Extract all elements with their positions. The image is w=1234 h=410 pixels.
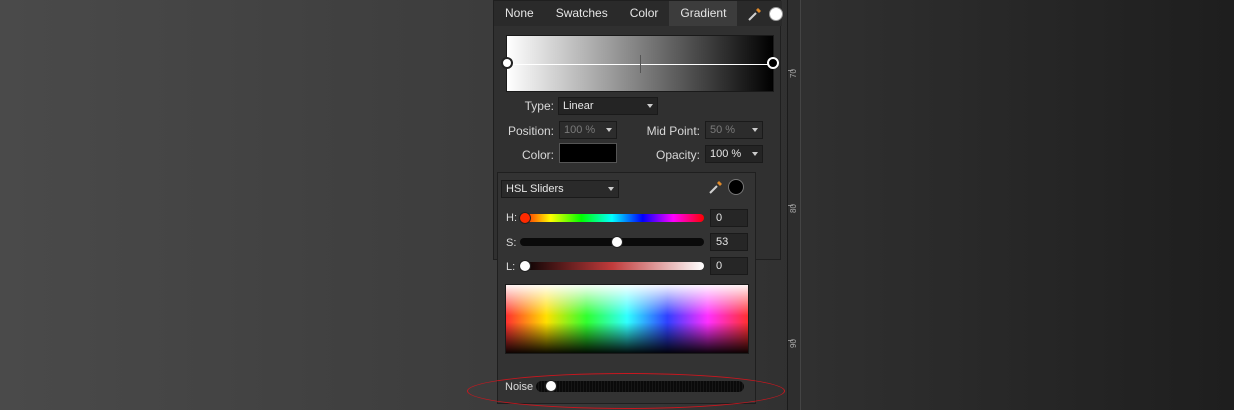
tab-gradient[interactable]: Gradient: [669, 1, 738, 26]
fill-type-tabs: None Swatches Color Gradient: [494, 1, 784, 26]
saturation-slider-handle[interactable]: [611, 236, 623, 248]
tab-color[interactable]: Color: [619, 1, 670, 26]
ruler-label: 80: [789, 204, 798, 213]
position-value: 100 %: [564, 124, 596, 136]
highlight-ellipse: [467, 373, 785, 409]
lightness-slider-handle[interactable]: [519, 260, 531, 272]
opacity-value: 100 %: [710, 148, 742, 160]
chevron-down-icon: [752, 128, 758, 132]
type-value: Linear: [563, 100, 594, 112]
stop-color-swatch[interactable]: [559, 143, 617, 163]
color-spectrum[interactable]: [505, 284, 749, 354]
gradient-preview[interactable]: [501, 35, 779, 92]
tab-tools: [747, 1, 784, 26]
eyedropper-icon[interactable]: [708, 179, 724, 195]
current-color-swatch-icon[interactable]: [728, 179, 744, 195]
hue-slider-handle[interactable]: [519, 212, 531, 224]
picker-mode-value: HSL Sliders: [506, 183, 564, 195]
picker-mode-dropdown[interactable]: HSL Sliders: [501, 180, 619, 198]
gradient-stop-end[interactable]: [767, 57, 779, 69]
midpoint-dropdown[interactable]: 50 %: [705, 121, 763, 139]
tab-swatches[interactable]: Swatches: [545, 1, 619, 26]
midpoint-label: Mid Point:: [646, 124, 700, 138]
hue-label: H:: [506, 212, 517, 224]
vertical-ruler: 70 80 90: [787, 0, 801, 410]
ruler-label: 70: [789, 69, 798, 78]
current-fill-swatch-icon[interactable]: [769, 6, 784, 21]
eyedropper-icon[interactable]: [747, 6, 763, 22]
chevron-down-icon: [608, 187, 614, 191]
saturation-label: S:: [506, 237, 517, 249]
lightness-label: L:: [506, 261, 516, 273]
chevron-down-icon: [606, 128, 612, 132]
midpoint-value: 50 %: [710, 124, 736, 136]
hue-slider[interactable]: [520, 214, 704, 222]
lightness-value-field[interactable]: 0: [710, 257, 748, 275]
gradient-stop-start[interactable]: [501, 57, 513, 69]
position-label: Position:: [507, 124, 554, 138]
ruler-label: 90: [789, 339, 798, 348]
opacity-dropdown[interactable]: 100 %: [705, 145, 763, 163]
tab-none[interactable]: None: [494, 1, 545, 26]
gradient-midpoint-handle[interactable]: [640, 55, 641, 73]
lightness-slider[interactable]: [520, 262, 704, 270]
type-dropdown[interactable]: Linear: [558, 97, 658, 115]
chevron-down-icon: [752, 152, 758, 156]
opacity-label: Opacity:: [655, 148, 700, 162]
color-label: Color:: [521, 148, 554, 162]
hue-value-field[interactable]: 0: [710, 209, 748, 227]
chevron-down-icon: [647, 104, 653, 108]
type-label: Type:: [524, 99, 554, 113]
position-dropdown[interactable]: 100 %: [559, 121, 617, 139]
saturation-value-field[interactable]: 53: [710, 233, 748, 251]
